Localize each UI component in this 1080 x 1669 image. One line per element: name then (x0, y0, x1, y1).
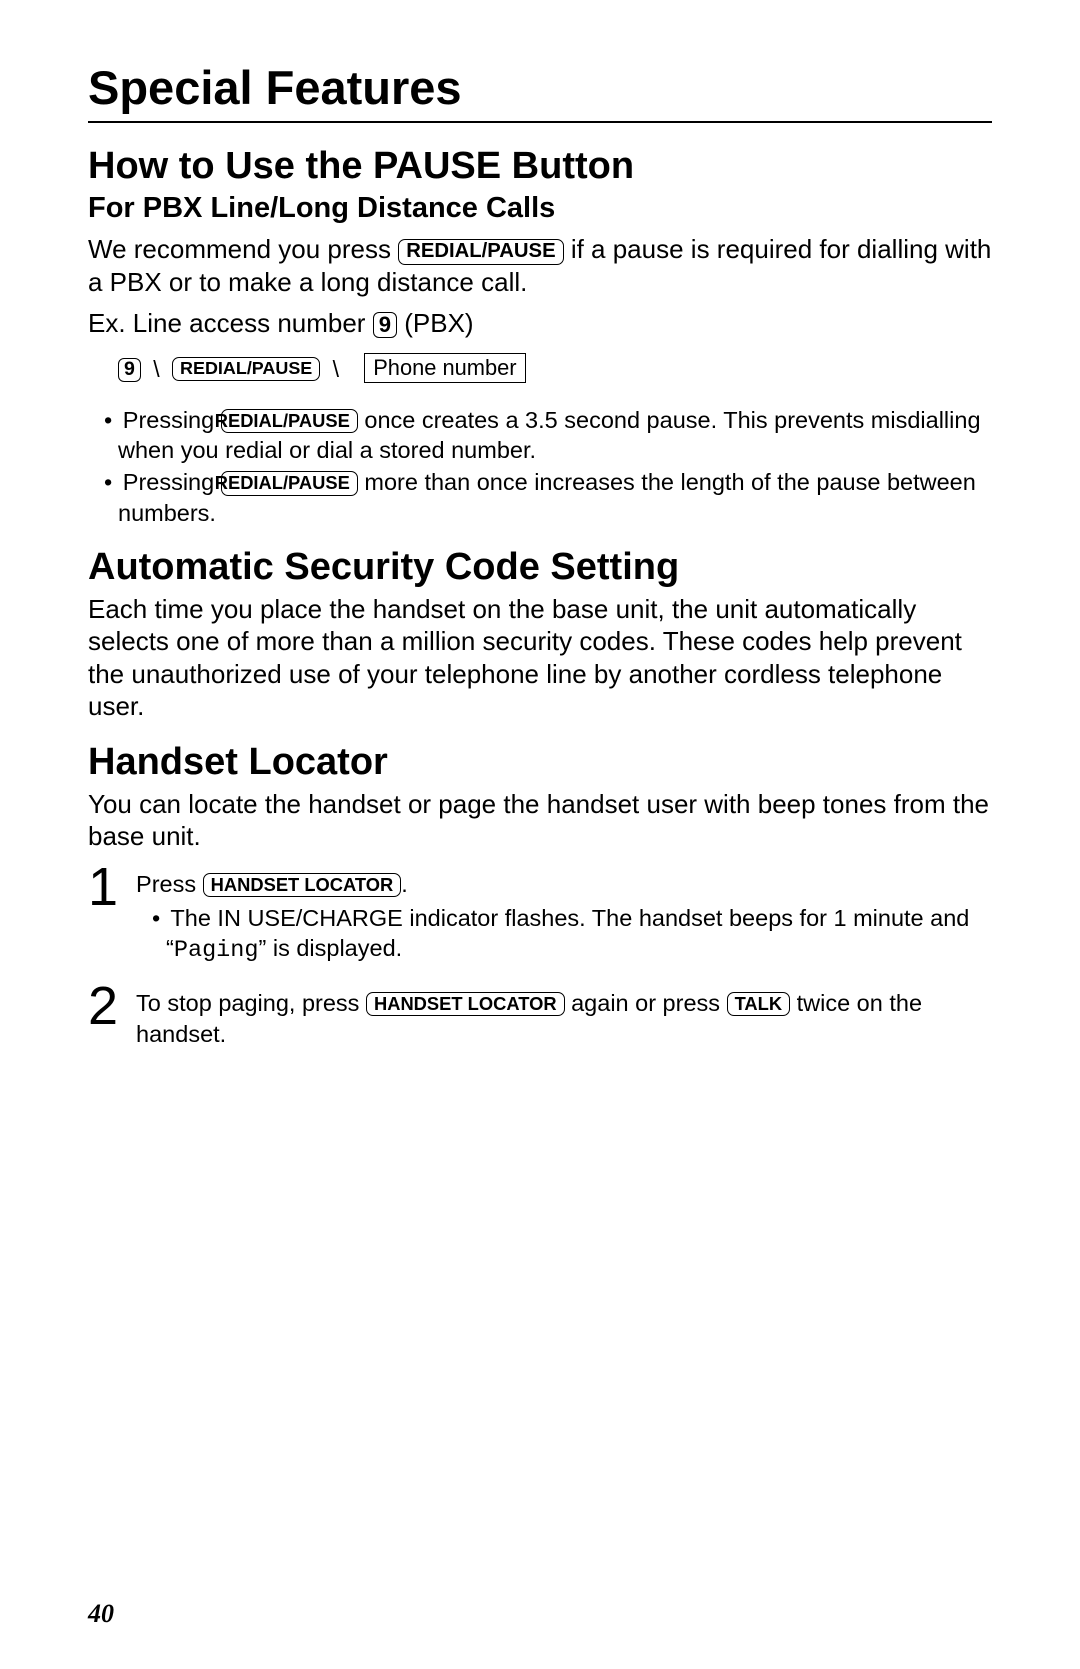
arrow-icon: \ (327, 351, 345, 388)
key-talk: TALK (727, 992, 791, 1016)
key-redial-pause: REDIAL/PAUSE (221, 471, 358, 495)
text: To stop paging, press (136, 990, 366, 1016)
heading-security-code: Automatic Security Code Setting (88, 546, 992, 589)
step-body: Press HANDSET LOCATOR. The IN USE/CHARGE… (136, 863, 992, 983)
text: Pressing (123, 469, 221, 495)
arrow-icon: \ (147, 351, 165, 388)
title-rule (88, 121, 992, 123)
box-phone-number: Phone number (364, 353, 525, 383)
page-title: Special Features (88, 60, 992, 115)
page-number: 40 (88, 1599, 114, 1629)
step-number: 1 (88, 863, 136, 983)
dial-sequence: 9 \ REDIAL/PAUSE \ Phone number (118, 349, 992, 387)
text: again or press (565, 990, 727, 1016)
text: Press (136, 871, 203, 897)
locator-intro: You can locate the handset or page the h… (88, 788, 992, 853)
list-item: Pressing REDIAL/PAUSE more than once inc… (92, 467, 992, 527)
step-1: 1 Press HANDSET LOCATOR. The IN USE/CHAR… (88, 863, 992, 983)
display-text-paging: Paging (174, 937, 259, 964)
text: We recommend you press (88, 234, 398, 264)
key-nine: 9 (118, 358, 141, 382)
heading-handset-locator: Handset Locator (88, 741, 992, 784)
step-number: 2 (88, 982, 136, 1063)
text: ” is displayed. (259, 935, 403, 961)
key-redial-pause: REDIAL/PAUSE (398, 239, 563, 265)
text: . (401, 871, 408, 897)
example-line: Ex. Line access number 9 (PBX) (88, 308, 992, 339)
key-redial-pause: REDIAL/PAUSE (172, 357, 320, 381)
pause-bullets: Pressing REDIAL/PAUSE once creates a 3.5… (88, 405, 992, 527)
list-item: The IN USE/CHARGE indicator flashes. The… (140, 903, 992, 966)
key-handset-locator: HANDSET LOCATOR (366, 992, 565, 1016)
security-paragraph: Each time you place the handset on the b… (88, 593, 992, 723)
key-handset-locator: HANDSET LOCATOR (203, 873, 402, 897)
step-1-bullets: The IN USE/CHARGE indicator flashes. The… (136, 903, 992, 966)
subheading-pbx: For PBX Line/Long Distance Calls (88, 192, 992, 225)
step-2: 2 To stop paging, press HANDSET LOCATOR … (88, 982, 992, 1063)
text: (PBX) (397, 308, 474, 338)
step-body: To stop paging, press HANDSET LOCATOR ag… (136, 982, 992, 1063)
key-nine: 9 (373, 312, 397, 338)
list-item: Pressing REDIAL/PAUSE once creates a 3.5… (92, 405, 992, 465)
manual-page: Special Features How to Use the PAUSE Bu… (0, 0, 1080, 1669)
text: Pressing (123, 407, 221, 433)
text: Ex. Line access number (88, 308, 373, 338)
locator-steps: 1 Press HANDSET LOCATOR. The IN USE/CHAR… (88, 863, 992, 1064)
pause-intro-paragraph: We recommend you press REDIAL/PAUSE if a… (88, 233, 992, 298)
heading-pause-button: How to Use the PAUSE Button (88, 145, 992, 188)
key-redial-pause: REDIAL/PAUSE (221, 409, 358, 433)
